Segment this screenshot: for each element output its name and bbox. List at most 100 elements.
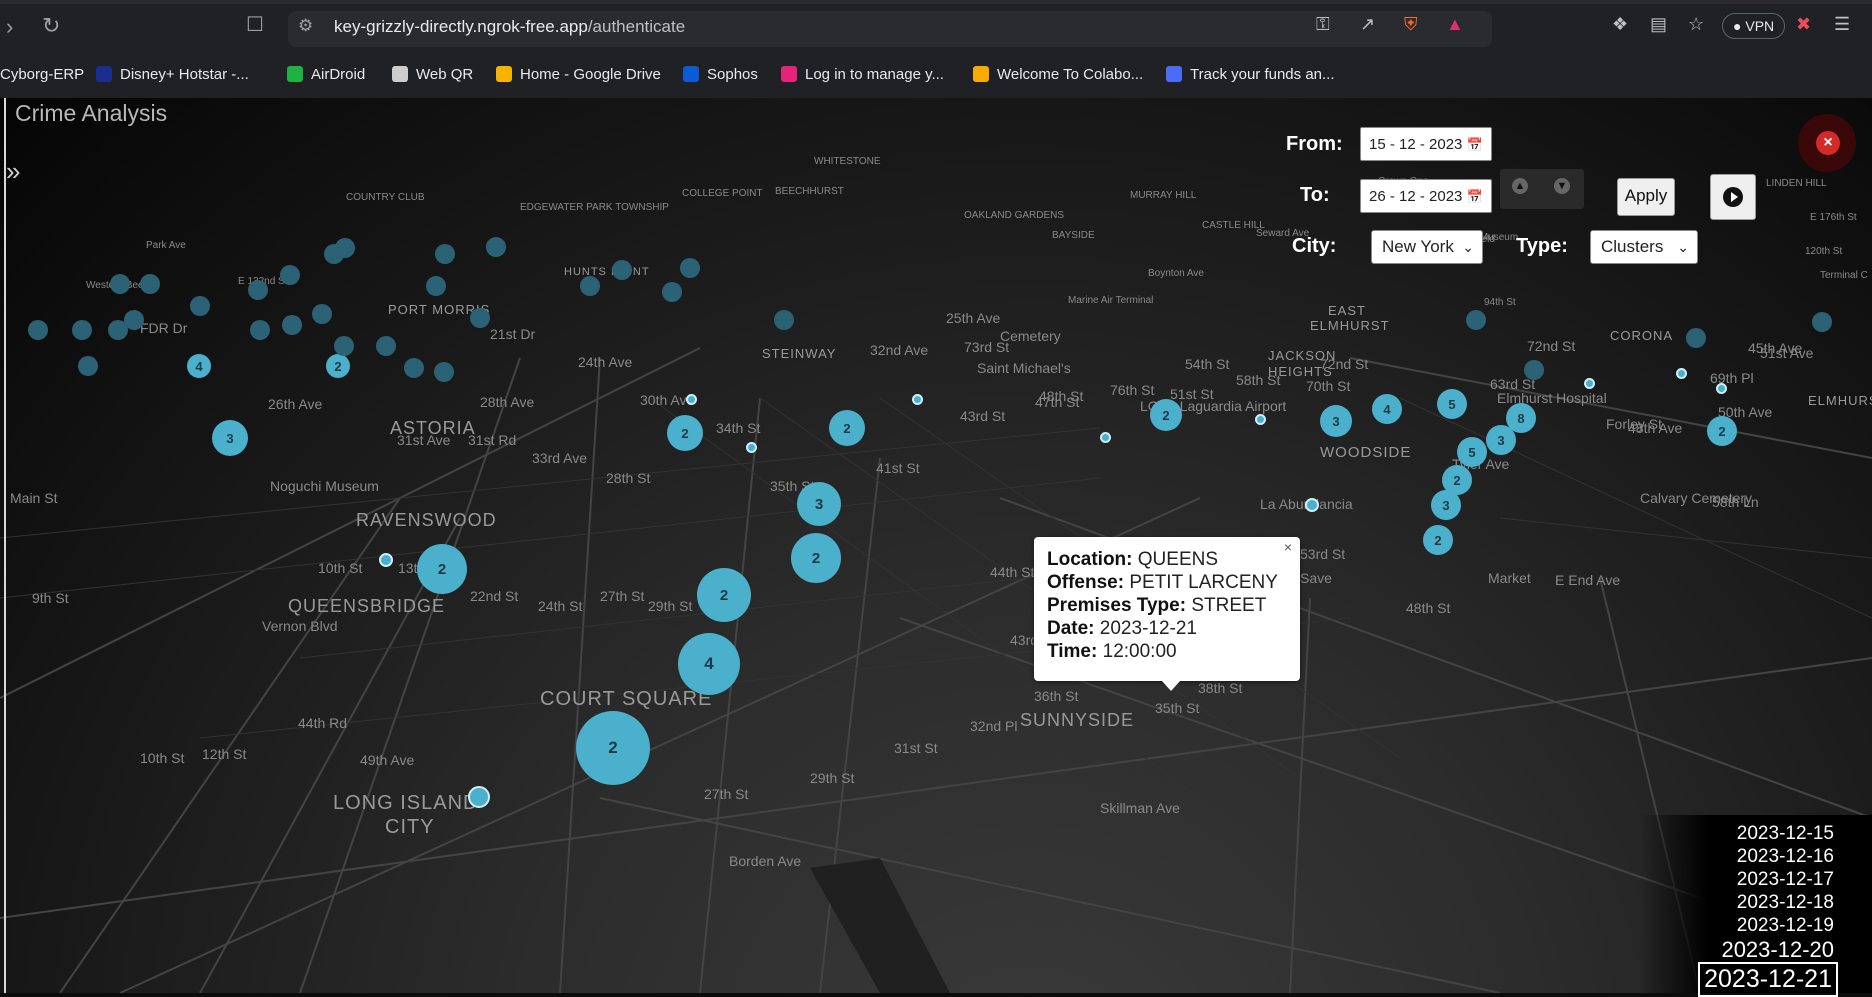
crime-point[interactable]	[379, 553, 393, 567]
distant-cluster-marker[interactable]	[662, 282, 682, 302]
url-text[interactable]: key-grizzly-directly.ngrok-free.app/auth…	[334, 17, 685, 37]
crime-cluster[interactable]: 3	[1320, 405, 1352, 437]
timeline-date[interactable]: 2023-12-16	[1737, 846, 1834, 868]
distant-cluster-marker[interactable]	[1686, 328, 1706, 348]
forward-icon[interactable]: ›	[6, 14, 13, 40]
crime-cluster[interactable]: 2	[1423, 525, 1453, 555]
crime-point[interactable]	[912, 394, 923, 405]
distant-cluster-marker[interactable]	[774, 310, 794, 330]
crime-cluster[interactable]: 4	[678, 633, 740, 695]
from-date-input[interactable]: 15 - 12 - 2023 📅	[1360, 127, 1492, 161]
crime-cluster[interactable]: 3	[1486, 425, 1516, 455]
apply-button[interactable]: Apply	[1617, 178, 1675, 216]
distant-cluster-marker[interactable]	[78, 356, 98, 376]
distant-cluster-marker[interactable]	[248, 280, 268, 300]
crime-cluster[interactable]: 4	[187, 354, 211, 378]
brave-rewards-icon[interactable]: ▲	[1446, 14, 1464, 35]
distant-cluster-marker[interactable]	[110, 274, 130, 294]
wallet-icon[interactable]: ▤	[1650, 14, 1667, 35]
distant-cluster-marker[interactable]	[312, 304, 332, 324]
distant-cluster-marker[interactable]	[190, 296, 210, 316]
crime-cluster[interactable]: 3	[797, 482, 841, 526]
distant-cluster-marker[interactable]	[612, 260, 632, 280]
timeline-date[interactable]: 2023-12-19	[1737, 915, 1834, 937]
to-date-input[interactable]: 26 - 12 - 2023 📅	[1360, 179, 1492, 213]
distant-cluster-marker[interactable]	[28, 320, 48, 340]
popup-close-icon[interactable]: ×	[1284, 539, 1292, 555]
bookmark-item[interactable]: Welcome To Colabo...	[973, 66, 1143, 83]
crime-cluster[interactable]: 5	[1437, 389, 1467, 419]
bookmark-item[interactable]: Sophos	[683, 66, 758, 83]
crime-point[interactable]	[1305, 498, 1319, 512]
crime-cluster[interactable]: 3	[212, 420, 248, 456]
menu-icon[interactable]: ☰	[1834, 14, 1850, 35]
crime-cluster[interactable]: 2	[1150, 399, 1182, 431]
distant-cluster-marker[interactable]	[140, 274, 160, 294]
crime-cluster[interactable]: 2	[576, 711, 650, 785]
bookmark-item[interactable]: Cyborg-ERP	[0, 66, 84, 83]
crime-cluster[interactable]: 2	[667, 415, 703, 451]
bookmark-icon[interactable]: ☐	[246, 12, 264, 37]
distant-cluster-marker[interactable]	[404, 358, 424, 378]
bookmark-item[interactable]: Track your funds an...	[1166, 66, 1335, 83]
crime-point[interactable]	[686, 394, 697, 405]
crime-cluster[interactable]: 2	[1707, 416, 1737, 446]
distant-cluster-marker[interactable]	[376, 336, 396, 356]
share-icon[interactable]: ↗	[1360, 14, 1375, 35]
crime-point[interactable]	[1676, 368, 1687, 379]
expand-sidebar-icon[interactable]: »	[6, 156, 20, 187]
bookmark-item[interactable]: Web QR	[392, 66, 473, 83]
crime-cluster[interactable]: 2	[829, 410, 865, 446]
reload-icon[interactable]: ↻	[42, 13, 60, 39]
type-select[interactable]: Clusters ⌄	[1590, 230, 1698, 264]
crime-cluster[interactable]: 2	[697, 568, 751, 622]
site-info-icon[interactable]: ⚙	[298, 16, 313, 36]
timeline-date[interactable]: 2023-12-20	[1721, 937, 1834, 963]
distant-cluster-marker[interactable]	[1812, 312, 1832, 332]
distant-cluster-marker[interactable]	[426, 276, 446, 296]
city-select[interactable]: New York ⌄	[1371, 230, 1483, 264]
vpn-button[interactable]: ● VPN	[1722, 13, 1786, 39]
distant-cluster-marker[interactable]	[1466, 310, 1486, 330]
crime-cluster[interactable]: 2	[326, 354, 350, 378]
calendar-icon[interactable]: 📅	[1467, 180, 1483, 214]
timeline-date[interactable]: 2023-12-18	[1737, 892, 1834, 914]
distant-cluster-marker[interactable]	[580, 276, 600, 296]
crime-point[interactable]	[1255, 414, 1266, 425]
timeline-date[interactable]: 2023-12-17	[1737, 869, 1834, 891]
distant-cluster-marker[interactable]	[486, 237, 506, 257]
timeline-date[interactable]: 2023-12-15	[1737, 823, 1834, 845]
crime-point[interactable]	[1584, 378, 1595, 389]
profile-icon[interactable]: ✖	[1796, 14, 1811, 35]
crime-point[interactable]	[1100, 432, 1111, 443]
calendar-icon[interactable]: 📅	[1467, 128, 1483, 162]
distant-cluster-marker[interactable]	[680, 258, 700, 278]
step-down-icon[interactable]: ▼	[1554, 178, 1570, 194]
distant-cluster-marker[interactable]	[434, 362, 454, 382]
crime-cluster[interactable]: 2	[791, 533, 841, 583]
bookmark-item[interactable]: Log in to manage y...	[781, 66, 944, 83]
distant-cluster-marker[interactable]	[72, 320, 92, 340]
distant-cluster-marker[interactable]	[282, 315, 302, 335]
crime-point[interactable]	[468, 786, 490, 808]
distant-cluster-marker[interactable]	[334, 336, 354, 356]
close-icon[interactable]: ×	[1816, 131, 1840, 155]
play-button[interactable]	[1710, 174, 1756, 220]
crime-cluster[interactable]: 3	[1431, 490, 1461, 520]
distant-cluster-marker[interactable]	[280, 265, 300, 285]
crime-point[interactable]	[746, 442, 757, 453]
timeline-current-date[interactable]: 2023-12-21	[1698, 962, 1838, 997]
distant-cluster-marker[interactable]	[435, 244, 455, 264]
crime-cluster[interactable]: 2	[417, 544, 467, 594]
brave-shield-icon[interactable]: ⛨	[1404, 14, 1418, 35]
bookmark-item[interactable]: Home - Google Drive	[496, 66, 661, 83]
extensions-icon[interactable]: ❖	[1612, 14, 1628, 35]
step-up-icon[interactable]: ▲	[1512, 178, 1528, 194]
bookmark-item[interactable]: AirDroid	[287, 66, 365, 83]
bookmark-item[interactable]: Disney+ Hotstar -...	[96, 66, 249, 83]
distant-cluster-marker[interactable]	[470, 308, 490, 328]
key-icon[interactable]: ⚿	[1316, 14, 1330, 35]
distant-cluster-marker[interactable]	[250, 320, 270, 340]
crime-cluster[interactable]: 5	[1457, 437, 1487, 467]
distant-cluster-marker[interactable]	[335, 238, 355, 258]
